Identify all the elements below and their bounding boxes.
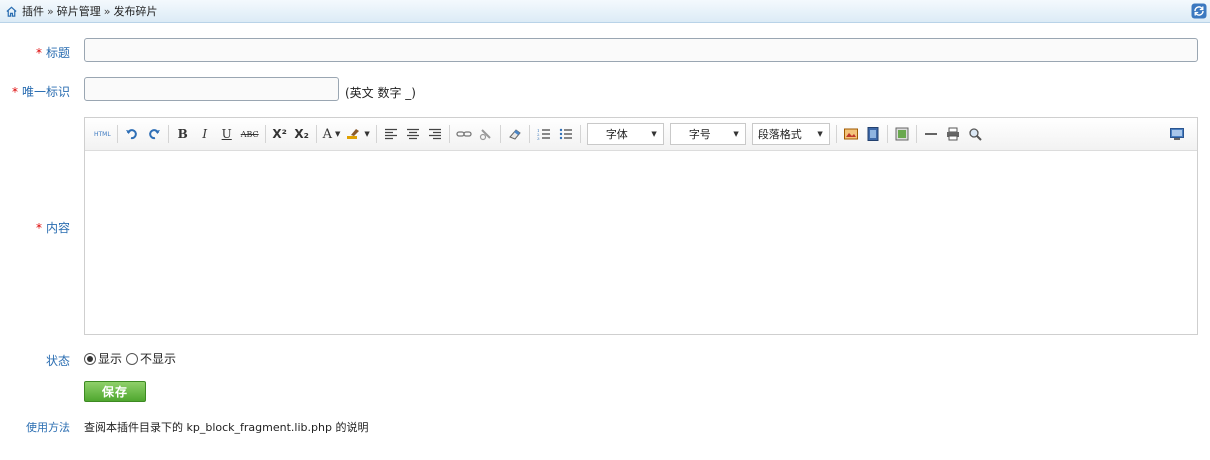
unlink-button[interactable]	[476, 124, 496, 144]
unique-key-input[interactable]	[84, 77, 339, 101]
unique-key-label: * 唯一标识	[11, 85, 70, 99]
required-mark: *	[11, 85, 18, 99]
chevron-down-icon: ▼	[733, 130, 739, 138]
title-label: * 标题	[35, 46, 70, 60]
chevron-down-icon: ▼	[364, 130, 370, 138]
redo-icon	[148, 129, 160, 140]
home-icon[interactable]	[5, 5, 18, 18]
highlighter-icon	[347, 129, 360, 139]
toolbar-divider	[315, 125, 317, 143]
required-mark: *	[35, 221, 42, 235]
toolbar-divider	[264, 125, 266, 143]
status-hide-radio[interactable]	[126, 352, 139, 365]
undo-icon	[125, 129, 137, 140]
html-source-button[interactable]: HTML	[92, 124, 113, 144]
breadcrumb-item-publish-fragment: 发布碎片	[113, 5, 158, 18]
printer-icon	[946, 127, 959, 141]
toolbar-divider	[116, 125, 118, 143]
status-radio-group: 显示 不显示	[84, 350, 176, 367]
editor-content-area[interactable]	[85, 152, 1197, 334]
status-label: 状态	[45, 354, 70, 368]
monitor-icon	[1170, 127, 1184, 140]
align-right-icon	[428, 128, 441, 140]
underline-button[interactable]: U	[217, 124, 237, 144]
status-show-label[interactable]: 显示	[98, 350, 122, 367]
usage-description: 查阅本插件目录下的 kp_block_fragment.lib.php 的说明	[84, 421, 369, 434]
toolbar-divider	[835, 125, 837, 143]
print-button[interactable]	[943, 124, 963, 144]
undo-button[interactable]	[122, 124, 142, 144]
toolbar-divider	[448, 125, 450, 143]
rich-text-editor: HTML B I U ABC X² X₂ A ▼ ▼ 1 2 3 字体 ▼ 字号…	[84, 117, 1198, 335]
refresh-icon[interactable]	[1191, 3, 1207, 19]
unlink-icon	[479, 129, 491, 141]
strikethrough-button[interactable]: ABC	[239, 124, 261, 144]
save-button[interactable]: 保存	[84, 381, 146, 402]
toolbar-divider	[499, 125, 501, 143]
unordered-list-button[interactable]	[556, 124, 576, 144]
insert-media-button[interactable]	[863, 124, 883, 144]
breadcrumb-item-fragment-manage[interactable]: 碎片管理	[57, 3, 101, 19]
redo-button[interactable]	[144, 124, 164, 144]
font-color-button[interactable]: A ▼	[321, 124, 343, 144]
align-center-icon	[406, 128, 419, 140]
unique-key-hint: (英文 数字 _)	[345, 86, 416, 100]
highlight-color-button[interactable]: ▼	[344, 124, 371, 144]
italic-button[interactable]: I	[195, 124, 215, 144]
eraser-icon	[508, 129, 521, 140]
ordered-list-button[interactable]: 123	[534, 124, 554, 144]
image-icon	[843, 128, 858, 140]
link-icon	[456, 131, 472, 137]
preview-button[interactable]	[965, 124, 985, 144]
breadcrumb-separator: »	[103, 4, 111, 18]
font-family-select[interactable]: 字体 ▼	[586, 123, 664, 145]
clear-format-button[interactable]	[505, 124, 525, 144]
superscript-button[interactable]: X²	[270, 124, 290, 144]
film-icon	[867, 127, 879, 141]
content-label: * 内容	[35, 221, 70, 235]
align-center-button[interactable]	[403, 124, 423, 144]
horizontal-rule-icon	[924, 133, 937, 135]
usage-label: 使用方法	[26, 421, 70, 434]
status-hide-label[interactable]: 不显示	[140, 350, 176, 367]
picture-frame-icon	[895, 127, 909, 141]
toolbar-divider	[375, 125, 377, 143]
required-mark: *	[35, 46, 42, 60]
toolbar-divider	[915, 125, 917, 143]
font-size-select[interactable]: 字号 ▼	[669, 123, 746, 145]
insert-image-button[interactable]	[841, 124, 861, 144]
toolbar-divider	[167, 125, 169, 143]
insert-template-button[interactable]	[892, 124, 912, 144]
toolbar-divider	[579, 125, 581, 143]
subscript-button[interactable]: X₂	[292, 124, 312, 144]
unordered-list-icon	[559, 128, 572, 140]
fullscreen-button[interactable]	[1167, 124, 1187, 144]
chevron-down-icon: ▼	[817, 130, 823, 138]
status-show-radio[interactable]	[84, 352, 96, 365]
breadcrumb-separator: »	[47, 4, 54, 18]
breadcrumb-item-plugin[interactable]: 插件	[22, 3, 44, 19]
magnifier-icon	[969, 128, 982, 141]
insert-link-button[interactable]	[454, 124, 474, 144]
align-left-button[interactable]	[381, 124, 401, 144]
toolbar-divider	[528, 125, 530, 143]
breadcrumb: 插件 » 碎片管理 » 发布碎片	[0, 0, 1210, 23]
paragraph-format-select[interactable]: 段落格式 ▼	[751, 123, 830, 145]
title-input[interactable]	[84, 38, 1198, 62]
chevron-down-icon: ▼	[335, 130, 341, 138]
horizontal-rule-button[interactable]	[921, 124, 941, 144]
svg-text:3: 3	[537, 136, 540, 140]
editor-toolbar: HTML B I U ABC X² X₂ A ▼ ▼ 1 2 3 字体 ▼ 字号…	[85, 118, 1197, 151]
align-right-button[interactable]	[425, 124, 445, 144]
ordered-list-icon: 123	[537, 128, 550, 140]
align-left-icon	[384, 128, 397, 140]
toolbar-divider	[886, 125, 888, 143]
bold-button[interactable]: B	[173, 124, 193, 144]
chevron-down-icon: ▼	[651, 130, 657, 138]
